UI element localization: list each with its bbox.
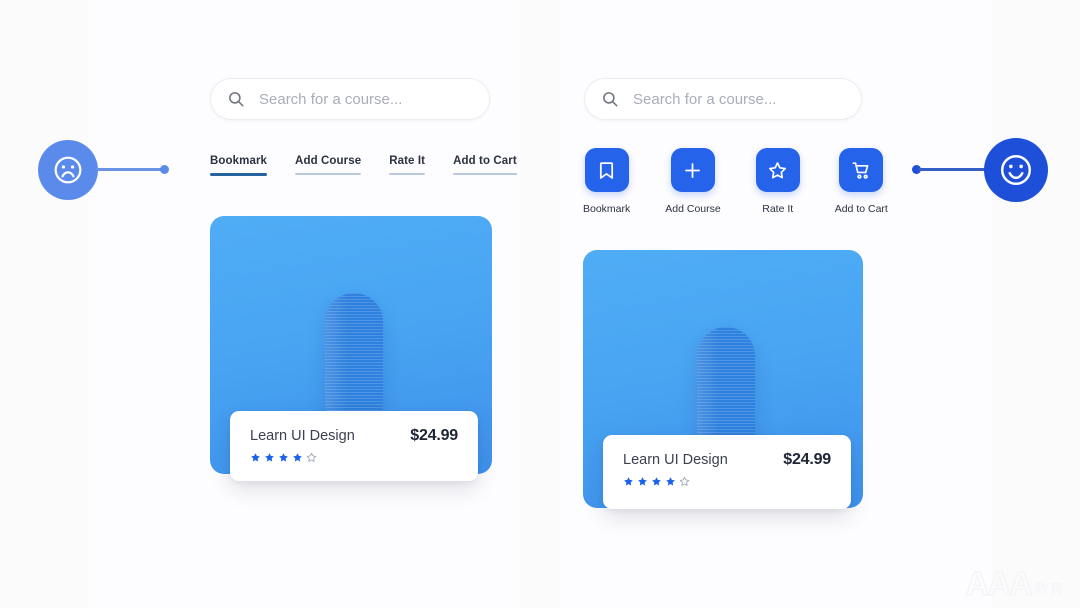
right-course-price: $24.99 <box>783 451 831 468</box>
star-empty-icon <box>306 452 317 462</box>
star-empty-icon <box>679 476 690 486</box>
link-bookmark[interactable]: Bookmark <box>210 155 268 176</box>
left-connector-line <box>96 168 168 171</box>
right-search-input[interactable] <box>633 90 845 108</box>
search-icon <box>601 90 619 108</box>
left-sentiment-marker <box>38 140 198 202</box>
sad-face-icon <box>38 140 98 200</box>
star-filled-icon <box>652 477 661 486</box>
left-course-card[interactable]: Learn UI Design $24.99 <box>210 216 492 516</box>
link-add-course[interactable]: Add Course <box>295 155 362 175</box>
bookmark-icon <box>600 161 614 179</box>
button-add-course[interactable]: Add Course <box>665 148 721 215</box>
button-bookmark-label: Bookmark <box>583 203 631 215</box>
left-course-info-top: Learn UI Design $24.99 <box>250 427 458 445</box>
link-bookmark-label: Bookmark <box>210 155 268 167</box>
link-rate-it-label: Rate It <box>389 155 426 167</box>
link-add-course-underline <box>295 173 362 175</box>
star-filled-icon <box>279 453 288 462</box>
button-rate-it[interactable]: Rate It <box>755 148 800 215</box>
star-icon <box>769 161 787 179</box>
watermark-chinese: 教育 <box>1033 581 1064 598</box>
link-add-to-cart-underline <box>453 173 517 175</box>
star-filled-icon <box>251 453 260 462</box>
right-action-button-row: Bookmark Add Course Rate It Add to Cart <box>583 148 888 215</box>
link-add-to-cart[interactable]: Add to Cart <box>453 155 517 175</box>
left-course-info: Learn UI Design $24.99 <box>230 411 478 481</box>
button-add-course-label: Add Course <box>665 203 721 215</box>
button-rate-it-label: Rate It <box>762 203 794 215</box>
star-filled-icon <box>638 477 647 486</box>
right-course-info-top: Learn UI Design $24.99 <box>623 451 831 469</box>
star-filled-icon <box>666 477 675 486</box>
left-course-price: $24.99 <box>410 427 458 444</box>
bookmark-button-tile[interactable] <box>584 148 629 192</box>
right-course-card[interactable]: Learn UI Design $24.99 <box>583 250 863 550</box>
link-rate-it-underline <box>389 173 426 175</box>
right-course-info: Learn UI Design $24.99 <box>603 435 851 509</box>
link-bookmark-underline <box>210 173 268 176</box>
left-course-title: Learn UI Design <box>250 428 355 444</box>
button-bookmark[interactable]: Bookmark <box>583 148 630 215</box>
add-course-button-tile[interactable] <box>670 148 715 192</box>
left-action-link-row: Bookmark Add Course Rate It Add to Cart <box>210 155 517 176</box>
happy-face-icon <box>984 138 1048 202</box>
rate-it-button-tile[interactable] <box>755 148 800 192</box>
search-icon <box>227 90 245 108</box>
comparison-stage: Bookmark Add Course Rate It Add to Cart <box>0 0 1080 608</box>
right-connector-line <box>918 168 990 171</box>
left-search-input[interactable] <box>259 90 473 108</box>
link-rate-it[interactable]: Rate It <box>389 155 426 175</box>
star-filled-icon <box>624 477 633 486</box>
link-add-to-cart-label: Add to Cart <box>453 155 517 167</box>
plus-icon <box>685 162 701 178</box>
button-add-to-cart[interactable]: Add to Cart <box>835 148 888 215</box>
right-course-rating[interactable] <box>623 476 831 487</box>
star-filled-icon <box>265 453 274 462</box>
right-search-bar[interactable] <box>584 78 862 120</box>
left-course-rating[interactable] <box>250 452 458 463</box>
right-sentiment-marker <box>912 138 1048 204</box>
left-connector-dot <box>160 165 169 174</box>
shopping-cart-icon <box>852 161 869 179</box>
link-add-course-label: Add Course <box>295 155 362 167</box>
right-course-title: Learn UI Design <box>623 452 728 468</box>
button-add-to-cart-label: Add to Cart <box>834 203 888 215</box>
left-search-bar[interactable] <box>210 78 490 120</box>
add-to-cart-button-tile[interactable] <box>839 148 884 192</box>
star-filled-icon <box>293 453 302 462</box>
